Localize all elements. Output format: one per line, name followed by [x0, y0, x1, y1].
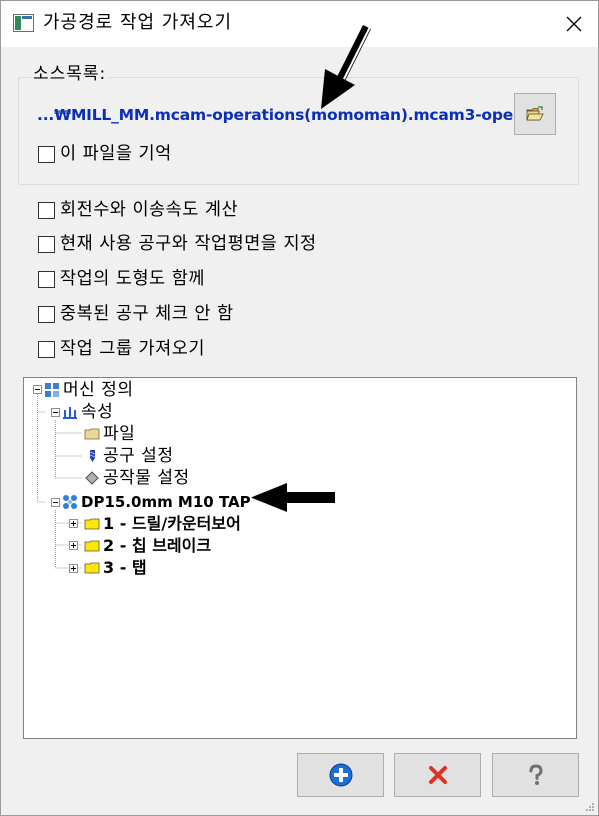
tree-node-label: 2 - 칩 브레이크 [103, 536, 212, 555]
tree-node-label: 공구 설정 [103, 446, 174, 466]
tree-node-label: 머신 정의 [63, 380, 134, 400]
source-group-label: 소스목록: [31, 63, 109, 85]
help-button[interactable] [492, 753, 579, 797]
option-row[interactable]: 작업의 도형도 함께 [38, 267, 205, 291]
open-folder-icon [526, 106, 544, 121]
option-label: 작업 그룹 가져오기 [60, 339, 205, 359]
operation-folder-icon [84, 540, 100, 552]
tree-node-group[interactable]: DP15.0mm M10 TAP [62, 491, 251, 513]
remember-file-checkbox[interactable] [38, 145, 55, 163]
tree-node-tool-settings[interactable]: 공구 설정 [84, 445, 173, 467]
remember-file-label: 이 파일을 기억 [60, 144, 172, 164]
plus-icon [329, 763, 352, 787]
option-label: 작업의 도형도 함께 [60, 269, 205, 289]
operations-tree[interactable]: 머신 정의 속성 파일 공구 설정 공작물 설정 DP15.0mm M10 TA… [23, 377, 577, 739]
source-file-path: ...₩MILL_MM.mcam-operations(momoman).mca… [37, 106, 539, 124]
option-label: 현재 사용 공구와 작업평면을 지정 [60, 234, 317, 254]
annotation-arrow-left [251, 483, 338, 512]
resize-grip-icon[interactable] [585, 802, 595, 812]
collapse-group-toggle[interactable] [51, 498, 60, 507]
expand-op1-toggle[interactable] [69, 519, 78, 528]
title-bar: 가공경로 작업 가져오기 [1, 1, 598, 47]
skip-duplicate-tools-checkbox[interactable] [38, 305, 55, 323]
expand-op2-toggle[interactable] [69, 541, 78, 550]
tree-node-op[interactable]: 3 - 탭 [84, 557, 147, 579]
option-row[interactable]: 회전수와 이송속도 계산 [38, 198, 238, 222]
add-button[interactable] [297, 753, 384, 797]
tool-icon [89, 450, 96, 462]
red-x-icon [428, 766, 447, 784]
tree-node-label: 공작물 설정 [103, 468, 190, 488]
import-op-groups-checkbox[interactable] [38, 340, 55, 358]
properties-icon [63, 407, 77, 419]
tree-node-label: 속성 [81, 402, 114, 422]
include-geometry-checkbox[interactable] [38, 270, 55, 288]
tree-node-machine[interactable]: 머신 정의 [44, 379, 133, 401]
tree-node-label: DP15.0mm M10 TAP [81, 493, 251, 511]
tree-node-label: 1 - 드릴/카운터보어 [103, 514, 241, 533]
close-button[interactable] [550, 1, 598, 47]
annotation-arrow-down [321, 24, 372, 109]
operation-folder-icon [84, 562, 100, 574]
app-icon [13, 14, 34, 32]
option-row[interactable]: 작업 그룹 가져오기 [38, 337, 205, 361]
cancel-button[interactable] [394, 753, 481, 797]
tree-node-stock-settings[interactable]: 공작물 설정 [84, 467, 190, 489]
operation-folder-icon [84, 518, 100, 530]
close-icon [566, 16, 582, 32]
toolpath-group-icon [63, 495, 77, 509]
assign-current-tool-plane-checkbox[interactable] [38, 235, 55, 253]
help-icon [529, 764, 543, 785]
tree-node-label: 3 - 탭 [103, 558, 147, 577]
collapse-machine-toggle[interactable] [33, 385, 42, 394]
option-row[interactable]: 현재 사용 공구와 작업평면을 지정 [38, 232, 317, 256]
dialog-window: 가공경로 작업 가져오기 소스목록: ...₩MILL_MM.mcam-oper… [0, 0, 599, 816]
source-group [18, 77, 579, 185]
collapse-properties-toggle[interactable] [51, 408, 60, 417]
tree-node-files[interactable]: 파일 [84, 423, 135, 445]
expand-op3-toggle[interactable] [69, 564, 78, 573]
remember-file-row[interactable]: 이 파일을 기억 [38, 142, 172, 166]
option-label: 회전수와 이송속도 계산 [60, 200, 239, 220]
tree-node-op[interactable]: 1 - 드릴/카운터보어 [84, 513, 241, 535]
tree-node-properties[interactable]: 속성 [62, 401, 113, 423]
folder-icon [84, 428, 100, 440]
option-label: 중복된 공구 체크 안 함 [60, 304, 234, 324]
stock-icon [85, 471, 99, 485]
calc-speed-feed-checkbox[interactable] [38, 201, 55, 219]
tree-node-op[interactable]: 2 - 칩 브레이크 [84, 535, 211, 557]
machine-icon [45, 383, 59, 397]
option-row[interactable]: 중복된 공구 체크 안 함 [38, 302, 234, 326]
tree-node-label: 파일 [103, 424, 136, 444]
browse-button[interactable] [514, 93, 556, 135]
window-title: 가공경로 작업 가져오기 [43, 12, 233, 33]
